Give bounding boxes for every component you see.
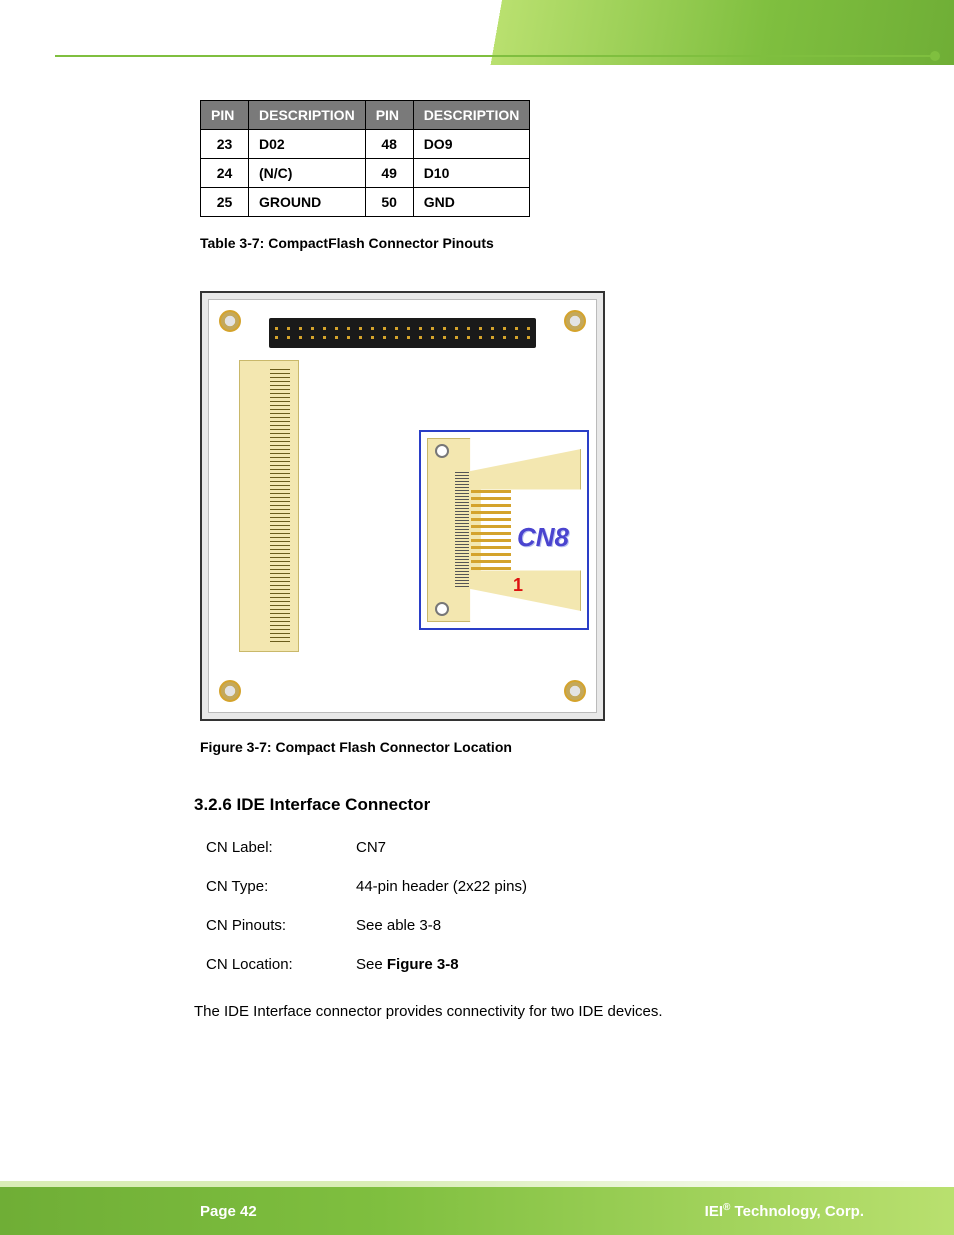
pin1-marker: 1	[513, 575, 523, 596]
th-pin: PIN	[201, 101, 249, 130]
info-value: See Figure 3-8	[356, 956, 864, 973]
header-connector	[269, 318, 536, 348]
table-row: 24 (N/C) 49 D10	[201, 159, 530, 188]
page-content: PIN DESCRIPTION PIN DESCRIPTION 23 D02 4…	[200, 100, 864, 1020]
header-rule	[55, 55, 934, 57]
info-label: CN Location:	[206, 956, 356, 973]
board-outline: CN8 1	[208, 299, 597, 713]
info-label: CN Label:	[206, 839, 356, 856]
table-row: 23 D02 48 DO9	[201, 130, 530, 159]
table-row: 25 GROUND 50 GND	[201, 188, 530, 217]
th-desc: DESCRIPTION	[249, 101, 366, 130]
edge-connector	[239, 360, 299, 652]
page-number: Page 42	[200, 1203, 257, 1220]
cn8-contacts	[471, 490, 511, 570]
figure-caption: Figure 3-7: Compact Flash Connector Loca…	[200, 739, 864, 755]
mount-hole-icon	[219, 680, 241, 702]
info-value: See able 3-8	[356, 917, 864, 934]
info-label: CN Pinouts:	[206, 917, 356, 934]
cn8-mount-holes	[435, 444, 449, 616]
info-label: CN Type:	[206, 878, 356, 895]
connector-info: CN Label: CN7 CN Type: 44-pin header (2x…	[206, 839, 864, 973]
figure-connector-location: CN8 1	[200, 291, 605, 721]
cn8-contacts	[455, 472, 469, 588]
section-heading: 3.2.6 IDE Interface Connector	[194, 795, 864, 815]
mount-hole-icon	[564, 680, 586, 702]
pinout-table: PIN DESCRIPTION PIN DESCRIPTION 23 D02 4…	[200, 100, 530, 217]
mount-hole-icon	[564, 310, 586, 332]
company-name: IEI® Technology, Corp.	[705, 1202, 864, 1220]
info-value: CN7	[356, 839, 864, 856]
cn8-label: CN8	[517, 522, 569, 553]
mount-hole-icon	[219, 310, 241, 332]
section-body: The IDE Interface connector provides con…	[194, 1003, 864, 1020]
cn8-highlight: CN8 1	[419, 430, 589, 630]
footer-bar: Page 42 IEI® Technology, Corp.	[0, 1187, 954, 1235]
th-pin: PIN	[365, 101, 413, 130]
table-caption: Table 3-7: CompactFlash Connector Pinout…	[200, 235, 864, 251]
th-desc: DESCRIPTION	[413, 101, 530, 130]
info-value: 44-pin header (2x22 pins)	[356, 878, 864, 895]
